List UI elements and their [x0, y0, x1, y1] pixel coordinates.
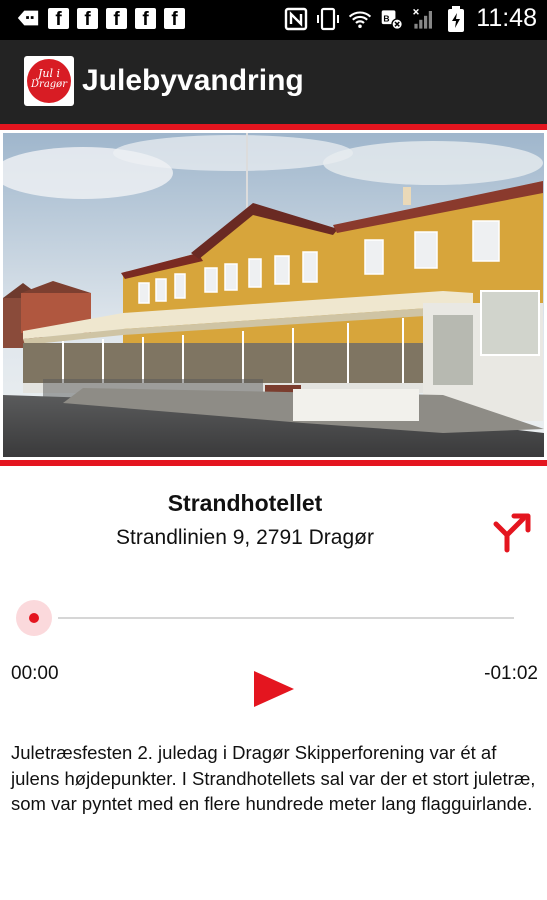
data-saver-icon: B [380, 7, 404, 31]
system-icons: B 11:48 [284, 4, 537, 33]
place-name: Strandhotellet [167, 490, 323, 516]
app-logo[interactable]: Jul i Dragør [24, 56, 74, 106]
status-clock: 11:48 [476, 4, 537, 32]
notification-area: f f f f f [16, 6, 185, 30]
place-photo [3, 133, 544, 457]
seek-bar-track[interactable] [58, 617, 514, 619]
status-bar: f f f f f B 11:48 [0, 0, 547, 40]
accent-divider-bottom [0, 460, 547, 466]
facebook-icon: f [106, 7, 127, 29]
logo-badge: Jul i Dragør [27, 59, 71, 103]
facebook-icon: f [77, 7, 98, 29]
app-title: Julebyvandring [82, 64, 304, 97]
place-description: Juletræsfesten 2. juledag i Dragør Skipp… [11, 742, 536, 814]
facebook-icon: f [48, 7, 69, 29]
elapsed-time: 00:00 [11, 663, 59, 684]
facebook-icon: f [164, 7, 185, 29]
battery-charging-icon [444, 5, 468, 32]
directions-button[interactable] [490, 508, 536, 554]
signal-icon [412, 7, 436, 31]
seek-bar-thumb[interactable] [16, 600, 52, 636]
remaining-time: -01:02 [484, 663, 538, 684]
directions-icon [493, 513, 531, 553]
app-bar: Jul i Dragør Julebyvandring [0, 40, 547, 124]
play-icon [254, 671, 294, 707]
play-button[interactable] [248, 665, 300, 713]
facebook-icon: f [135, 7, 156, 29]
wifi-icon [348, 7, 372, 31]
accent-divider-top [0, 124, 547, 130]
back-arrow-icon [16, 6, 40, 30]
vibrate-icon [316, 7, 340, 31]
svg-text:B: B [384, 13, 390, 23]
seek-thumb-dot [29, 613, 39, 623]
place-address: Strandlinien 9, 2791 Dragør [116, 526, 374, 549]
nfc-icon [284, 7, 308, 31]
logo-text-bottom: Dragør [31, 79, 67, 90]
